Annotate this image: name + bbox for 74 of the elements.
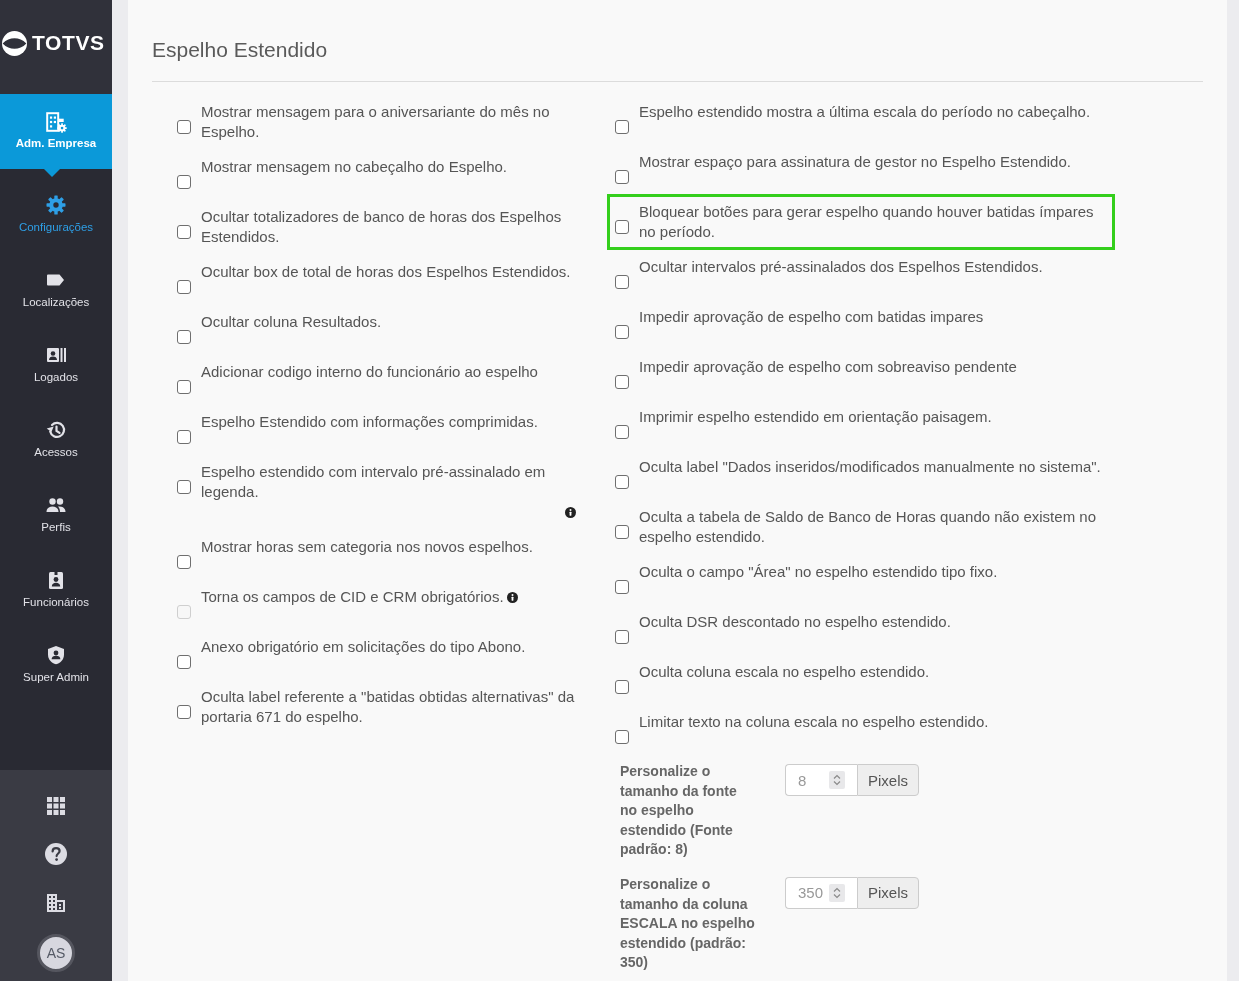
checkbox[interactable] (177, 380, 191, 394)
field-label: Personalize o tamanho da fonte no espelho estendido (Fonte padrão: 8) (620, 762, 738, 860)
checkbox-label: Ocultar coluna Resultados. (201, 313, 382, 330)
checkbox[interactable] (177, 655, 191, 669)
checkbox-label: Bloquear botões para gerar espelho quando houver batidas ímpares no período. (639, 203, 1094, 240)
checkbox-label: Anexo obrigatório em solicitações do tipo Abono. (201, 638, 526, 655)
gear-icon (46, 195, 66, 215)
checkbox[interactable] (615, 730, 629, 744)
checkbox[interactable] (177, 330, 191, 344)
checkbox-label: Adicionar codigo interno do funcionário ao espelho (201, 363, 538, 380)
checkbox[interactable] (615, 220, 629, 234)
checkbox-label: Espelho estendido com intervalo pré-assinalado em legenda. (201, 463, 546, 500)
checkbox-label: Mostrar mensagem para o aniversariante do mês no Espelho. (201, 103, 550, 140)
unit-addon: Pixels (857, 764, 919, 796)
history-icon (46, 420, 66, 440)
checkbox[interactable] (177, 555, 191, 569)
checkbox[interactable] (177, 120, 191, 134)
building-gear-icon (45, 111, 67, 133)
checkbox-label: Oculta label "Dados inseridos/modificados manualmente no sistema". (639, 458, 1101, 475)
checkbox[interactable] (177, 480, 191, 494)
checkbox-label: Ocultar totalizadores de banco de horas dos Espelhos Estendidos. (201, 208, 562, 245)
nav-item[interactable]: Localizações (0, 252, 112, 327)
nav-item[interactable]: Acessos (0, 402, 112, 477)
checkbox[interactable] (177, 430, 191, 444)
checkbox[interactable] (615, 275, 629, 289)
shield-icon (46, 645, 66, 665)
checkbox[interactable] (615, 630, 629, 644)
checkbox[interactable] (177, 175, 191, 189)
checkbox[interactable] (615, 580, 629, 594)
checkbox-label: Ocultar intervalos pré-assinalados dos Espelhos Estendidos. (639, 258, 1043, 275)
checkbox[interactable] (615, 120, 629, 134)
checkbox[interactable] (615, 425, 629, 439)
checkbox-label: Mostrar horas sem categoria nos novos espelhos. (201, 538, 533, 555)
checkbox[interactable] (615, 525, 629, 539)
avatar[interactable]: AS (37, 934, 75, 972)
checkbox-label: Espelho estendido mostra a última escala do período no cabeçalho. (639, 103, 1091, 120)
checkbox-label: Mostrar mensagem no cabeçalho do Espelho. (201, 158, 507, 175)
checkbox-label: Limitar texto na coluna escala no espelho estendido. (639, 713, 989, 730)
nav-item[interactable]: Perfis (0, 477, 112, 552)
help-icon[interactable] (45, 843, 67, 865)
contact-card-icon (46, 345, 66, 365)
people-icon (46, 495, 66, 515)
checkbox[interactable] (615, 170, 629, 184)
checkbox[interactable] (615, 680, 629, 694)
checkbox-label: Oculta DSR descontado no espelho estendido. (639, 613, 951, 630)
badge-icon (46, 570, 66, 590)
checkbox-label: Impedir aprovação de espelho com batidas impares (639, 308, 984, 325)
checkbox-label: Oculta coluna escala no espelho estendido. (639, 663, 930, 680)
nav-item[interactable]: Funcionários (0, 552, 112, 627)
checkbox-label: Mostrar espaço para assinatura de gestor no Espelho Estendido. (639, 153, 1071, 170)
checkbox-label: Torna os campos de CID e CRM obrigatórios. (201, 588, 504, 605)
checkbox-label: Impedir aprovação de espelho com sobreaviso pendente (639, 358, 1017, 375)
checkbox-label: Espelho Estendido com informações comprimidas. (201, 413, 538, 430)
checkbox[interactable] (615, 475, 629, 489)
nav-item[interactable]: Logados (0, 327, 112, 402)
section-title: Espelho Estendido (152, 37, 329, 63)
checkbox[interactable] (177, 225, 191, 239)
checkbox[interactable] (177, 705, 191, 719)
checkbox-label: Oculta o campo "Área" no espelho estendido tipo fixo. (639, 563, 998, 580)
field-label: Personalize o tamanho da coluna ESCALA no espelho estendido (padrão: 350) (620, 874, 756, 973)
spinner-icon[interactable] (829, 883, 845, 902)
checkbox-label: Imprimir espelho estendido em orientação paisagem. (639, 408, 992, 425)
checkbox-label: Ocultar box de total de horas dos Espelhos Estendidos. (201, 263, 571, 280)
nav-item[interactable]: Super Admin (0, 627, 112, 702)
checkbox-label: Oculta a tabela de Saldo de Banco de Horas quando não existem no espelho estendido. (639, 508, 1096, 545)
grid-icon[interactable] (47, 797, 65, 815)
unit-addon: Pixels (857, 876, 919, 909)
checkbox[interactable] (615, 325, 629, 339)
checkbox[interactable] (615, 375, 629, 389)
checkbox[interactable] (177, 280, 191, 294)
building-icon[interactable] (46, 893, 66, 913)
logo-text: TOTVS (32, 31, 105, 55)
nav-item[interactable]: Configurações (0, 177, 112, 252)
checkbox-label: Oculta label referente a "batidas obtidas alternativas" da portaria 671 do espelho. (201, 688, 575, 725)
